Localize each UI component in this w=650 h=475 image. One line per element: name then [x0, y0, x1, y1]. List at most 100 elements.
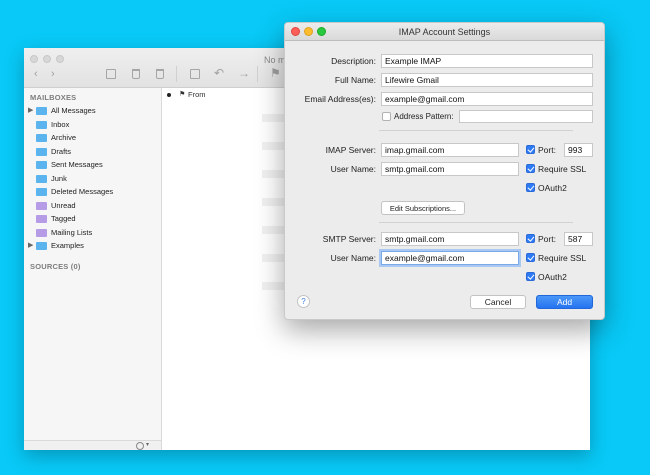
sidebar-item-all-messages[interactable]: ▶ All Messages [24, 105, 162, 118]
disclosure-triangle-icon[interactable]: ▶ [28, 241, 33, 249]
imap-server-field[interactable]: imap.gmail.com [381, 143, 519, 157]
smart-mailbox-icon [36, 215, 47, 223]
smart-mailbox-icon [36, 201, 47, 210]
folder-icon [36, 242, 47, 250]
section-divider [379, 222, 573, 223]
smtp-require-ssl-label: Require SSL [538, 253, 587, 263]
sidebar-item-sent-messages[interactable]: Sent Messages [24, 159, 162, 172]
dialog-close-button[interactable] [291, 27, 300, 36]
mailboxes-header: MAILBOXES [30, 93, 77, 102]
sidebar-item-mailing-lists[interactable]: Mailing Lists [24, 227, 162, 240]
full-name-field[interactable]: Lifewire Gmail [381, 73, 593, 87]
imap-user-name-label: User Name: [330, 164, 376, 174]
folder-icon [36, 120, 47, 129]
minimize-window-button[interactable] [43, 55, 51, 63]
imap-require-ssl-checkbox[interactable] [526, 164, 535, 173]
sidebar-item-label: Archive [51, 133, 77, 142]
forward-icon[interactable]: › [51, 68, 55, 80]
smtp-port-checkbox[interactable] [526, 234, 535, 243]
smtp-oauth2-checkbox[interactable] [526, 272, 535, 281]
smtp-require-ssl-checkbox[interactable] [526, 253, 535, 262]
toolbar-separator [257, 66, 258, 82]
address-pattern-field[interactable] [459, 110, 593, 123]
dialog-minimize-button[interactable] [304, 27, 313, 36]
sidebar-item-deleted-messages[interactable]: Deleted Messages [24, 186, 162, 199]
smtp-user-name-field[interactable]: example@gmail.com [381, 251, 519, 265]
add-button[interactable]: Add [536, 295, 593, 309]
flag-column-icon[interactable]: ⚑ [179, 90, 185, 98]
folder-icon [36, 147, 47, 156]
from-column-header[interactable]: From [188, 90, 206, 99]
sidebar-item-tagged[interactable]: Tagged [24, 213, 162, 226]
dialog-title: IMAP Account Settings [285, 23, 604, 41]
sidebar-item-inbox[interactable]: Inbox [24, 119, 162, 132]
address-pattern-label: Address Pattern: [394, 112, 454, 121]
address-pattern-checkbox[interactable] [382, 112, 391, 121]
sidebar-item-drafts[interactable]: Drafts [24, 146, 162, 159]
folder-icon [36, 188, 47, 196]
imap-require-ssl-label: Require SSL [538, 164, 587, 174]
sidebar-item-archive[interactable]: Archive [24, 132, 162, 145]
smtp-port-label: Port: [538, 234, 556, 244]
toolbar-separator [176, 66, 177, 82]
sidebar-item-label: Inbox [51, 119, 70, 129]
imap-user-name-field[interactable]: smtp.gmail.com [381, 162, 519, 176]
imap-server-label: IMAP Server: [325, 145, 376, 155]
smtp-user-name-label: User Name: [330, 253, 376, 263]
sources-header: SOURCES (0) [30, 262, 81, 271]
sidebar-item-label: All Messages [51, 106, 96, 115]
gear-icon[interactable] [136, 442, 144, 450]
disclosure-triangle-icon[interactable]: ▶ [28, 106, 33, 114]
chevron-down-icon[interactable]: ▾ [146, 441, 149, 448]
reply-icon[interactable]: ↶ [214, 66, 224, 80]
compose-icon[interactable] [190, 69, 200, 79]
forward-mail-icon[interactable]: → [238, 66, 250, 80]
trash-icon[interactable] [132, 69, 140, 79]
sidebar-item-label: Mailing Lists [51, 227, 93, 237]
imap-oauth2-checkbox[interactable] [526, 183, 535, 192]
sidebar-item-label: Examples [51, 241, 84, 250]
sidebar-item-examples[interactable]: ▶ Examples [24, 240, 162, 253]
sidebar-item-label: Drafts [51, 146, 72, 156]
close-window-button[interactable] [30, 55, 38, 63]
sidebar-item-label: Deleted Messages [51, 187, 114, 196]
smtp-server-field[interactable]: smtp.gmail.com [381, 232, 519, 246]
sidebar-item-unread[interactable]: Unread [24, 200, 162, 213]
archive-icon[interactable] [106, 69, 116, 79]
smtp-port-field[interactable]: 587 [564, 232, 593, 246]
sidebar-item-label: Junk [51, 173, 67, 183]
imap-port-field[interactable]: 993 [564, 143, 593, 157]
back-icon[interactable]: ‹ [34, 68, 38, 80]
sidebar-item-label: Sent Messages [51, 160, 103, 169]
unread-column-dot[interactable] [167, 93, 171, 97]
help-button[interactable]: ? [297, 295, 310, 308]
sidebar-item-label: Tagged [51, 214, 76, 223]
section-divider [379, 130, 573, 131]
mailbox-sidebar: MAILBOXES ▶ All Messages Inbox Archive D… [24, 88, 162, 440]
zoom-window-button[interactable] [56, 55, 64, 63]
flag-icon[interactable]: ⚑ [270, 66, 281, 80]
folder-icon [36, 161, 47, 169]
edit-subscriptions-button[interactable]: Edit Subscriptions... [381, 201, 465, 215]
smart-mailbox-icon [36, 228, 47, 237]
description-label: Description: [331, 56, 376, 66]
junk-icon[interactable] [156, 69, 164, 79]
description-field[interactable]: Example IMAP [381, 54, 593, 68]
imap-port-checkbox[interactable] [526, 145, 535, 154]
imap-account-settings-dialog: IMAP Account Settings Description: Examp… [284, 22, 605, 320]
sidebar-item-label: Unread [51, 200, 76, 210]
full-name-label: Full Name: [334, 75, 376, 85]
cancel-button[interactable]: Cancel [470, 295, 526, 309]
folder-icon [36, 174, 47, 183]
email-address-label: Email Address(es): [304, 94, 376, 104]
imap-port-label: Port: [538, 145, 556, 155]
no-message-selected-text: No m [264, 55, 286, 65]
email-address-field[interactable]: example@gmail.com [381, 92, 593, 106]
dialog-zoom-button[interactable] [317, 27, 326, 36]
folder-icon [36, 107, 47, 115]
smtp-server-label: SMTP Server: [322, 234, 376, 244]
sidebar-footer: ▾ [24, 440, 162, 450]
folder-icon [36, 134, 47, 142]
sidebar-item-junk[interactable]: Junk [24, 173, 162, 186]
imap-oauth2-label: OAuth2 [538, 183, 567, 193]
